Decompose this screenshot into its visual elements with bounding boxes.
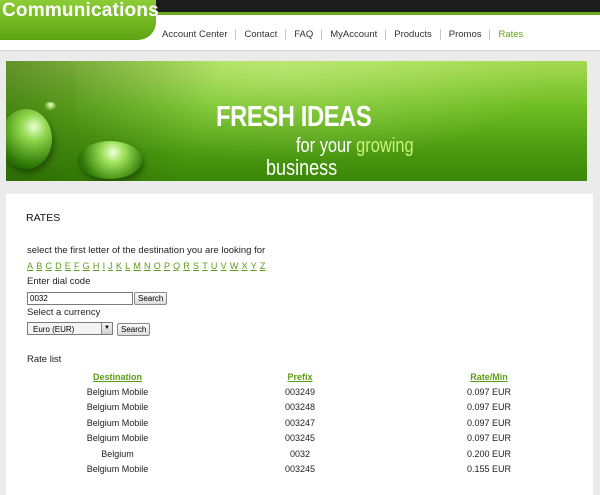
banner-subline-text: for your [296, 135, 357, 157]
letter-link[interactable]: S [193, 261, 199, 271]
table-row: Belgium 0032 0.200 EUR [35, 446, 578, 462]
letter-instruction: select the first letter of the destinati… [27, 245, 266, 256]
letter-link[interactable]: Y [251, 261, 257, 271]
rate-table: Destination Prefix Rate/Min Belgium Mobi… [35, 369, 578, 477]
letter-link[interactable]: Z [260, 261, 266, 271]
destination-cell: Belgium Mobile [86, 464, 149, 475]
letter-link[interactable]: K [116, 261, 122, 271]
letter-link[interactable]: D [55, 261, 62, 271]
letter-index: ABCDEFGHIJKLMNOPQRSTUVWXYZ [27, 261, 269, 271]
letter-link[interactable]: A [27, 261, 33, 271]
rate-table-header: Destination Prefix Rate/Min [35, 369, 578, 384]
rates-panel: RATES select the first letter of the des… [6, 194, 593, 495]
water-drop-image [44, 102, 56, 110]
prefix-cell: 003249 [284, 386, 316, 397]
dial-code-label: Enter dial code [27, 276, 91, 287]
destination-cell: Belgium Mobile [86, 433, 149, 444]
letter-link[interactable]: H [93, 261, 100, 271]
letter-link[interactable]: L [125, 261, 130, 271]
logo[interactable]: Communications [0, 0, 159, 40]
letter-link[interactable]: R [183, 261, 190, 271]
rate-list-label: Rate list [27, 354, 62, 365]
letter-link[interactable]: C [45, 261, 52, 271]
nav-rates[interactable]: Rates [489, 28, 531, 40]
letter-link[interactable]: M [133, 261, 141, 271]
destination-cell: Belgium Mobile [86, 402, 149, 413]
letter-link[interactable]: X [242, 261, 248, 271]
rate-cell: 0.097 EUR [466, 417, 512, 428]
letter-link[interactable]: N [144, 261, 151, 271]
header-divider [0, 50, 600, 51]
prefix-cell: 003245 [284, 464, 316, 475]
letter-link[interactable]: E [65, 261, 71, 271]
prefix-cell: 003248 [284, 402, 316, 413]
table-row: Belgium Mobile 003249 0.097 EUR [35, 384, 578, 400]
letter-link[interactable]: U [211, 261, 218, 271]
hero-banner: FRESH IDEAS for your growing business [6, 61, 587, 181]
letter-link[interactable]: T [202, 261, 208, 271]
currency-select[interactable]: Euro (EUR) ▼ [27, 322, 113, 335]
prefix-cell: 003247 [284, 417, 316, 428]
table-row: Belgium Mobile 003247 0.097 EUR [35, 415, 578, 431]
prefix-column-header[interactable]: Prefix [200, 369, 400, 384]
letter-link[interactable]: O [154, 261, 161, 271]
destination-column-header[interactable]: Destination [35, 369, 200, 384]
table-row: Belgium Mobile 003248 0.097 EUR [35, 400, 578, 416]
letter-link[interactable]: J [108, 261, 113, 271]
rate-cell: 0.097 EUR [466, 433, 512, 444]
main-nav: Account Center Contact FAQ MyAccount Pro… [154, 27, 531, 41]
chevron-down-icon[interactable]: ▼ [101, 323, 112, 334]
table-row: Belgium Mobile 003245 0.155 EUR [35, 462, 578, 478]
rate-cell: 0.097 EUR [466, 386, 512, 397]
destination-cell: Belgium Mobile [86, 386, 149, 397]
dial-code-input[interactable] [27, 292, 133, 305]
destination-cell: Belgium [101, 448, 134, 459]
rate-cell: 0.155 EUR [466, 464, 512, 475]
site-header: Communications Account Center Contact FA… [0, 0, 600, 50]
letter-link[interactable]: Q [173, 261, 180, 271]
letter-link[interactable]: I [103, 261, 106, 271]
nav-contact[interactable]: Contact [235, 28, 285, 40]
currency-search-button[interactable]: Search [117, 323, 151, 336]
letter-link[interactable]: B [36, 261, 42, 271]
table-row: Belgium Mobile 003245 0.097 EUR [35, 431, 578, 447]
nav-account-center[interactable]: Account Center [154, 29, 235, 40]
banner-tagline: business [266, 155, 338, 180]
header-green-strip [150, 12, 600, 15]
letter-link[interactable]: W [230, 261, 239, 271]
banner-headline: FRESH IDEAS [216, 101, 372, 133]
nav-promos[interactable]: Promos [439, 28, 490, 40]
rate-cell: 0.200 EUR [466, 448, 512, 459]
letter-link[interactable]: P [164, 261, 170, 271]
letter-link[interactable]: F [74, 261, 80, 271]
letter-link[interactable]: V [221, 261, 227, 271]
dial-search-button[interactable]: Search [134, 292, 168, 305]
rate-cell: 0.097 EUR [466, 402, 512, 413]
banner-subline-highlight: growing [356, 135, 414, 157]
page-title: RATES [26, 212, 61, 224]
letter-link[interactable]: G [83, 261, 90, 271]
nav-products[interactable]: Products [385, 28, 440, 40]
nav-faq[interactable]: FAQ [285, 28, 321, 40]
currency-selected-value: Euro (EUR) [33, 325, 75, 334]
currency-label: Select a currency [27, 307, 101, 318]
rate-column-header[interactable]: Rate/Min [400, 369, 578, 384]
prefix-cell: 003245 [284, 433, 316, 444]
nav-myaccount[interactable]: MyAccount [321, 28, 385, 40]
logo-text: Communications [2, 0, 159, 21]
prefix-cell: 0032 [289, 448, 311, 459]
destination-cell: Belgium Mobile [86, 417, 149, 428]
water-drop-image [78, 141, 142, 179]
